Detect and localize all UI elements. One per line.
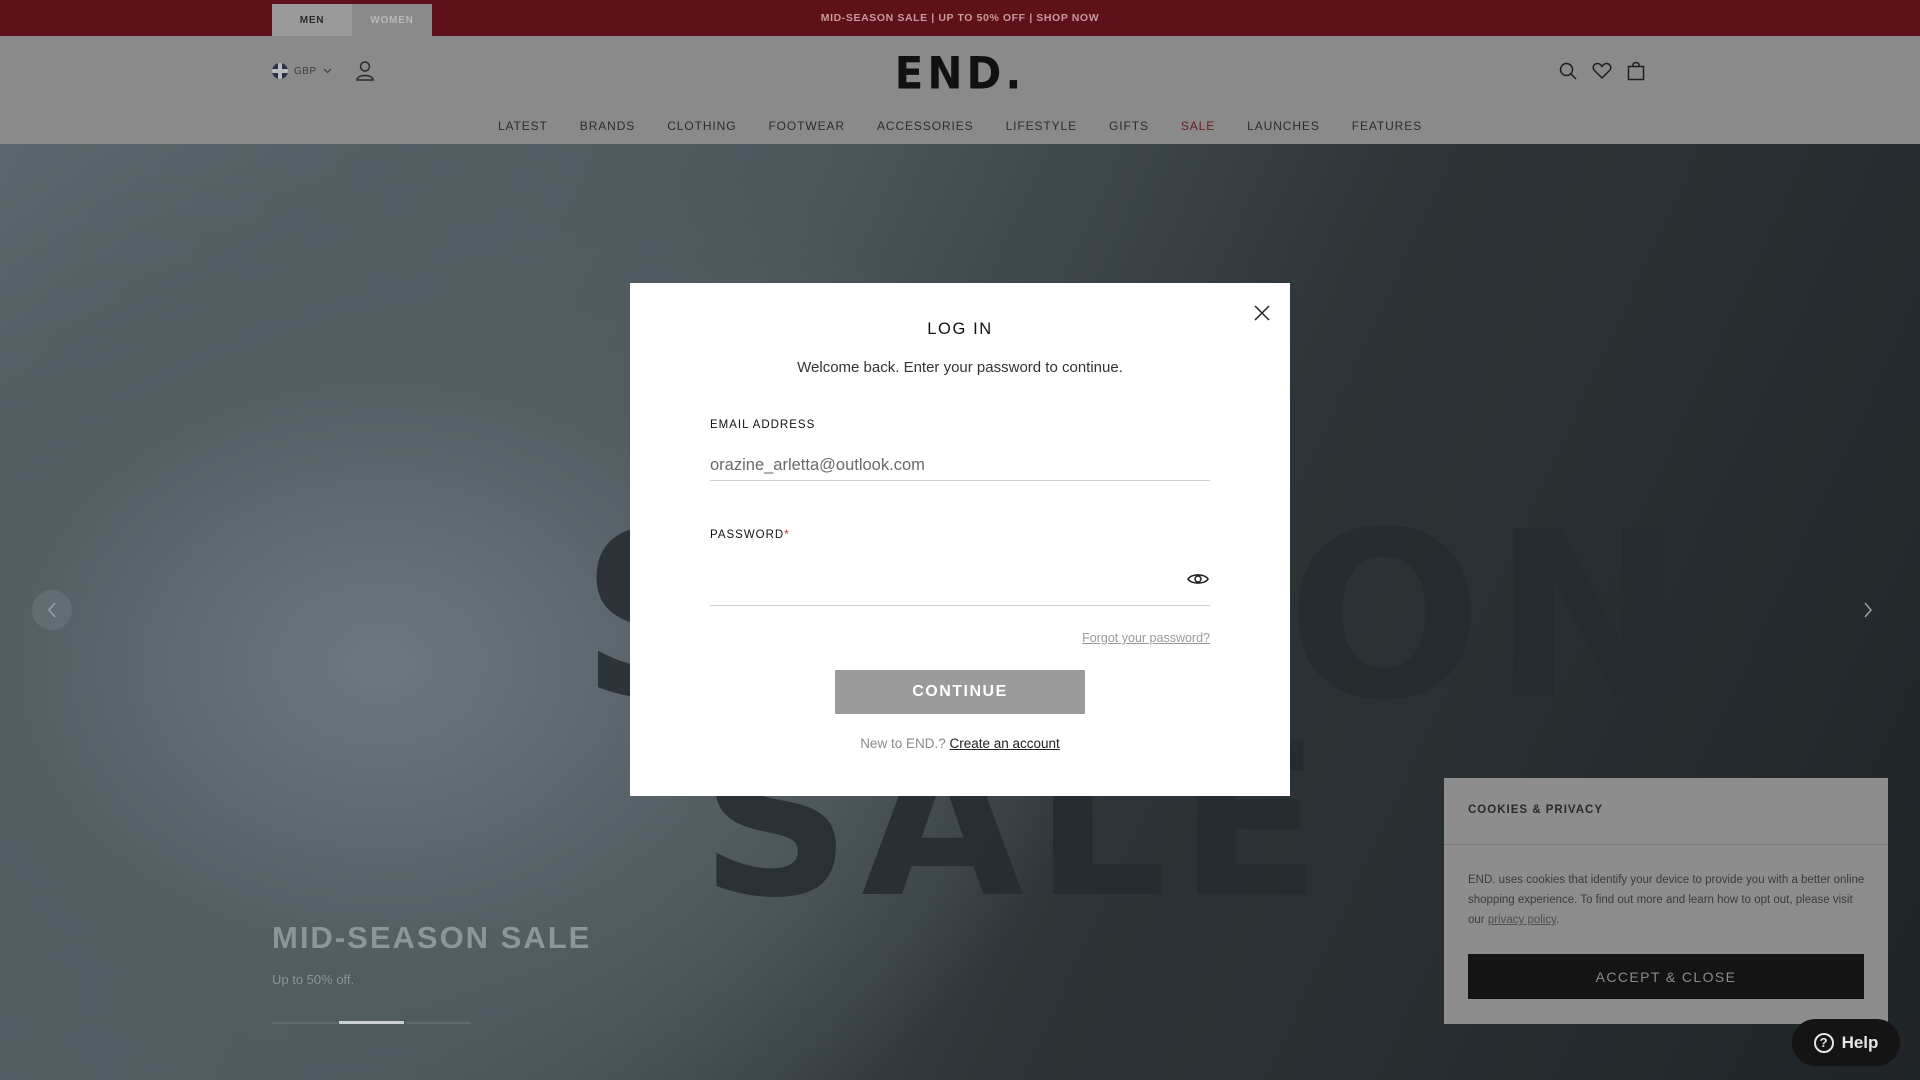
password-label-text: PASSWORD — [710, 529, 785, 541]
cookie-title: COOKIES & PRIVACY — [1468, 804, 1603, 816]
hero-next-button[interactable] — [1848, 590, 1888, 630]
modal-title: LOG IN — [927, 320, 993, 338]
logo-text: END. — [894, 47, 1026, 100]
promo-banner: MID-SEASON SALE | UP TO 50% OFF | SHOP N… — [0, 0, 1920, 36]
required-mark: * — [784, 529, 790, 541]
nav-clothing[interactable]: CLOTHING — [651, 119, 752, 133]
hero-prev-button[interactable] — [32, 590, 72, 630]
promo-bar: MEN WOMEN MID-SEASON SALE | UP TO 50% OF… — [0, 0, 1920, 36]
shopping-bag-icon — [1627, 61, 1645, 81]
help-question-icon: ? — [1813, 1032, 1834, 1053]
help-button[interactable]: ? Help — [1792, 1019, 1900, 1066]
wishlist-button[interactable] — [1592, 60, 1612, 82]
hero-title: MID-SEASON SALE — [272, 920, 592, 955]
hero-slide-dot[interactable] — [272, 1022, 337, 1024]
cookie-text: END. uses cookies that identify your dev… — [1468, 870, 1868, 930]
email-label: EMAIL ADDRESS — [710, 419, 816, 431]
header-top: GBP END. — [0, 36, 1920, 108]
new-prompt-text: New to END.? — [860, 736, 946, 751]
nav-footwear[interactable]: FOOTWEAR — [752, 119, 861, 133]
chevron-right-icon — [1864, 602, 1872, 618]
hero-slide-indicator — [272, 1021, 471, 1024]
search-icon — [1559, 62, 1577, 80]
promo-banner-link[interactable]: MID-SEASON SALE | UP TO 50% OFF | SHOP N… — [821, 12, 1099, 24]
modal-subtitle: Welcome back. Enter your password to con… — [797, 359, 1123, 376]
hero-slide-dot-active[interactable] — [339, 1021, 404, 1024]
chevron-left-icon — [48, 602, 56, 618]
header-actions — [1558, 60, 1646, 82]
cookie-text-end: . — [1556, 914, 1560, 926]
nav-features[interactable]: FEATURES — [1336, 119, 1438, 133]
accept-close-button[interactable]: ACCEPT & CLOSE — [1468, 954, 1864, 999]
main-nav: LATEST BRANDS CLOTHING FOOTWEAR ACCESSOR… — [0, 108, 1920, 144]
create-account-prompt: New to END.? Create an account — [630, 736, 1290, 751]
bag-button[interactable] — [1626, 60, 1646, 82]
password-field[interactable] — [710, 561, 1210, 606]
privacy-policy-link[interactable]: privacy policy — [1488, 914, 1556, 926]
login-modal: LOG IN Welcome back. Enter your password… — [630, 283, 1290, 796]
create-account-link[interactable]: Create an account — [949, 736, 1059, 751]
site-header: GBP END. LATEST BRANDS CLOTHING FOOTWEAR… — [0, 36, 1920, 144]
cookie-panel: COOKIES & PRIVACY END. uses cookies that… — [1444, 778, 1888, 1024]
nav-sale[interactable]: SALE — [1165, 119, 1231, 133]
continue-button[interactable]: CONTINUE — [835, 670, 1085, 714]
forgot-password-link[interactable]: Forgot your password? — [1082, 631, 1210, 645]
search-button[interactable] — [1558, 60, 1578, 82]
wishlist-heart-icon — [1592, 62, 1612, 80]
nav-latest[interactable]: LATEST — [482, 119, 564, 133]
nav-launches[interactable]: LAUNCHES — [1231, 119, 1336, 133]
email-field[interactable] — [710, 451, 1210, 481]
cookie-divider — [1444, 844, 1888, 845]
hero-slide-dot[interactable] — [406, 1022, 471, 1024]
hero-subtitle: Up to 50% off. — [272, 972, 355, 987]
nav-lifestyle[interactable]: LIFESTYLE — [990, 119, 1093, 133]
nav-accessories[interactable]: ACCESSORIES — [861, 119, 990, 133]
nav-gifts[interactable]: GIFTS — [1093, 119, 1165, 133]
show-password-eye-icon[interactable] — [1186, 567, 1210, 591]
password-label: PASSWORD* — [710, 529, 790, 541]
nav-brands[interactable]: BRANDS — [564, 119, 651, 133]
help-label: Help — [1841, 1032, 1879, 1052]
